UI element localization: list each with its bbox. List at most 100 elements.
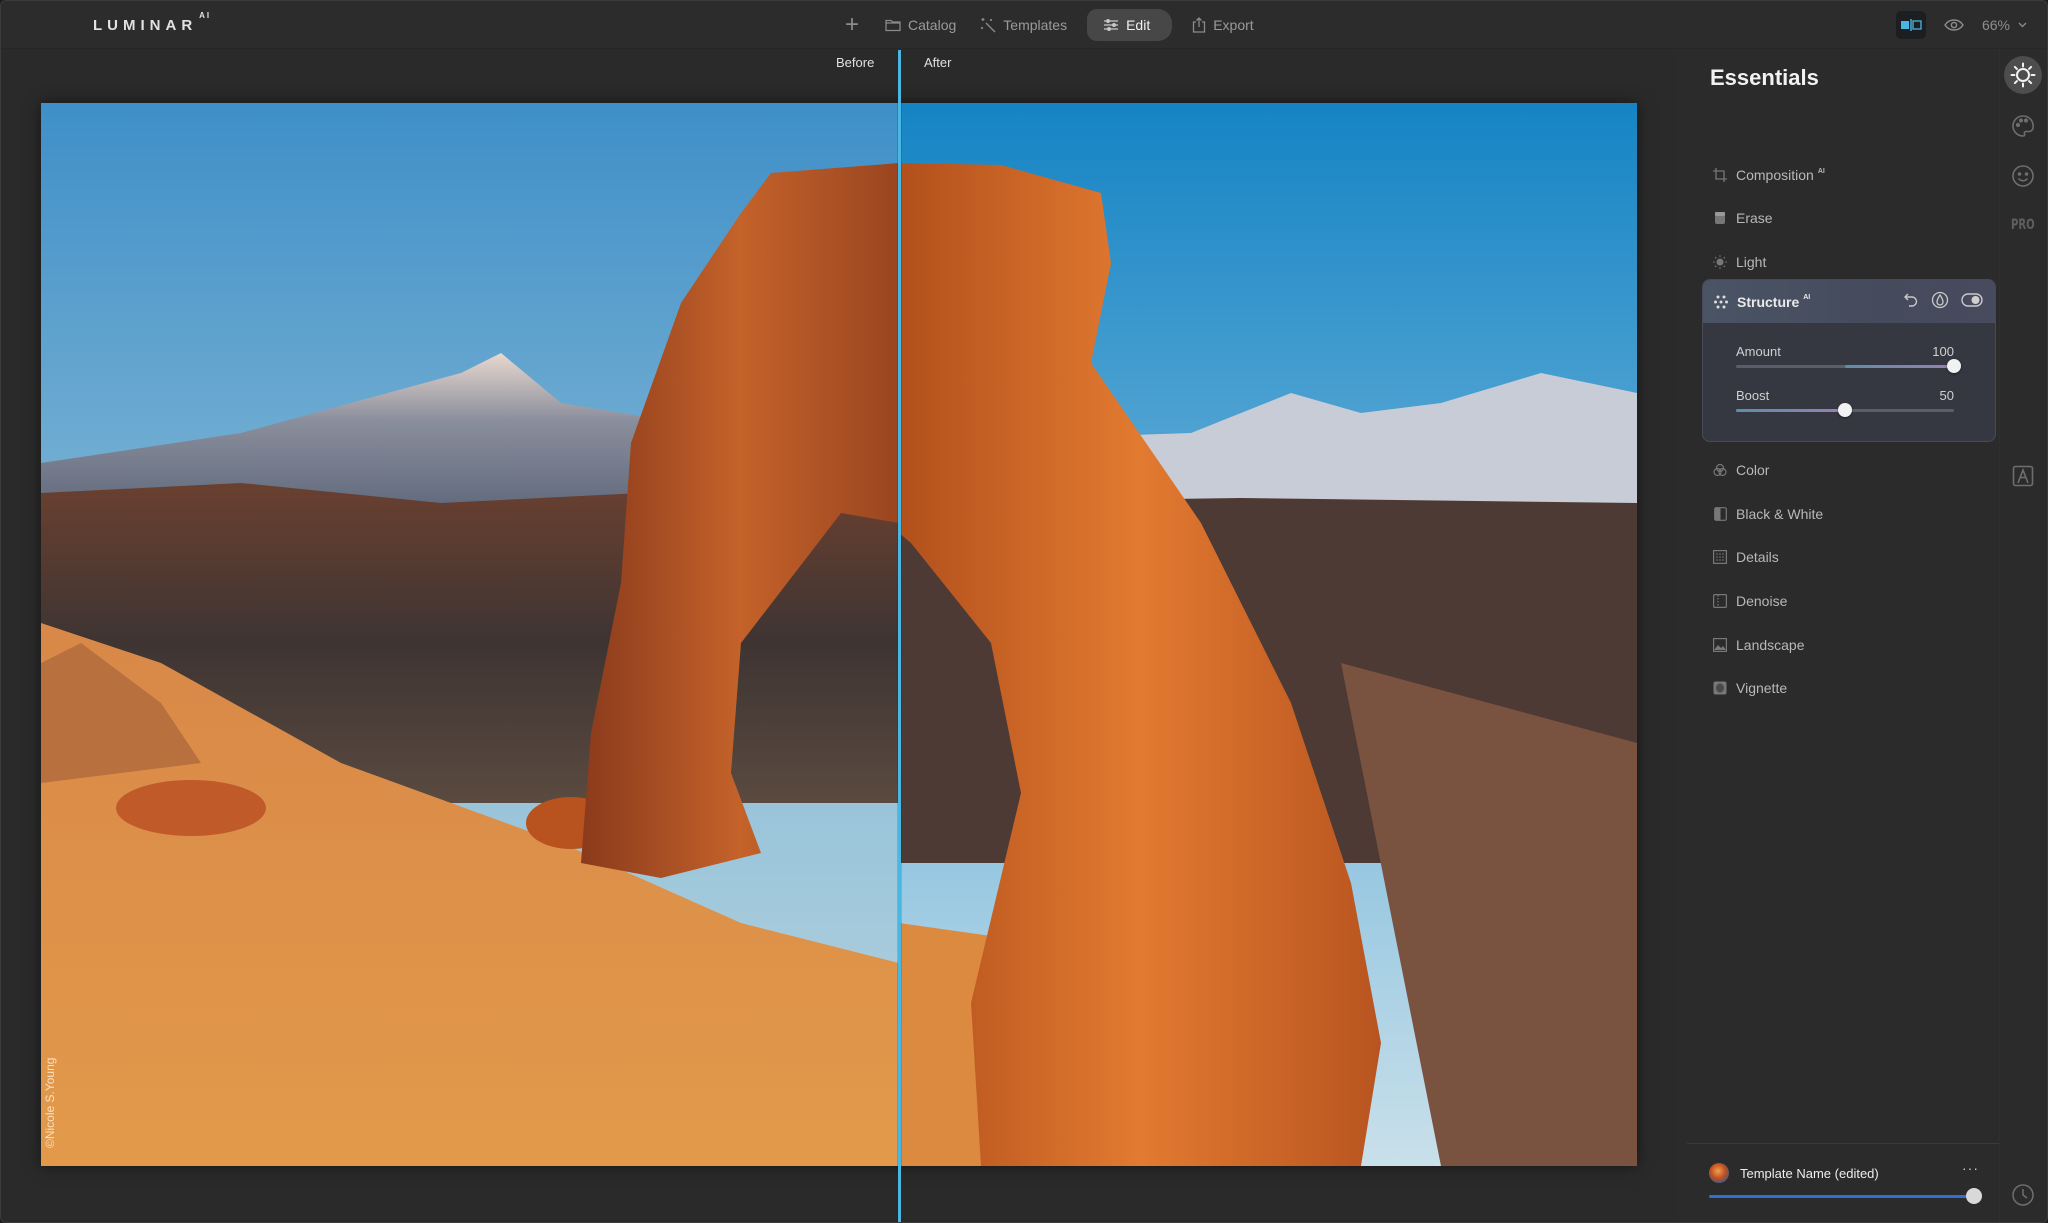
pro-tab-button[interactable]: PRO (2004, 206, 2042, 244)
essentials-tab-button[interactable] (2004, 56, 2042, 94)
tool-label: Erase (1736, 210, 1773, 226)
tool-label: Vignette (1736, 680, 1788, 696)
slider-boost-value: 50 (1939, 388, 1954, 403)
tab-export-label: Export (1213, 17, 1254, 33)
landscape-icon (1713, 638, 1727, 652)
tool-details[interactable]: Details (1713, 545, 1779, 569)
tool-label: Composition (1736, 167, 1814, 183)
structure-card-header[interactable]: Structure AI (1703, 280, 1995, 323)
magic-wand-icon (980, 17, 996, 33)
panel-title: Essentials (1710, 65, 1819, 90)
sliders-icon (1103, 18, 1119, 32)
creative-palette-icon (2012, 115, 2034, 137)
tool-label: Details (1736, 549, 1779, 565)
slider-amount-value: 100 (1932, 344, 1954, 359)
tool-erase[interactable]: Erase (1713, 206, 1773, 230)
structure-actions (1903, 291, 1983, 314)
before-after-compare-button[interactable] (1895, 11, 1926, 39)
view-controls: 66% (1895, 11, 2027, 39)
tab-catalog-label: Catalog (908, 17, 957, 33)
before-after-compare-icon (1900, 19, 1922, 31)
ai-badge: AI (1803, 294, 1811, 301)
photo-credit: ©Nicole S.Young (43, 1057, 57, 1148)
main-nav: + Catalog Templates Edit Export (831, 9, 1266, 41)
zoom-level-dropdown[interactable]: 66% (1982, 17, 2027, 33)
tool-color[interactable]: Color (1713, 458, 1769, 482)
applied-template: Template Name (edited) ··· (1709, 1160, 1982, 1220)
template-amount-slider[interactable] (1709, 1188, 1982, 1204)
half-square-icon (1713, 507, 1727, 521)
tool-label: Color (1736, 462, 1770, 478)
mask-brush-button[interactable] (1931, 291, 1949, 314)
tool-vignette[interactable]: Vignette (1713, 676, 1787, 700)
tab-templates[interactable]: Templates (968, 9, 1079, 41)
eye-icon (1944, 19, 1964, 31)
undo-button[interactable] (1903, 292, 1919, 313)
history-clock-icon (2012, 1184, 2034, 1206)
tool-black-white[interactable]: Black & White (1713, 502, 1823, 526)
chevron-down-icon (2018, 22, 2027, 28)
slider-amount-label: Amount (1736, 344, 1781, 359)
preview-eye-button[interactable] (1944, 19, 1964, 31)
tool-label: Light (1736, 254, 1767, 270)
eraser-icon (1713, 211, 1727, 225)
slider-amount-fill (1845, 365, 1954, 368)
tool-label: Black & White (1736, 506, 1824, 522)
denoise-icon (1713, 594, 1727, 608)
tab-templates-label: Templates (1003, 17, 1068, 33)
structure-dots-icon (1714, 295, 1728, 309)
pro-label: PRO (2011, 217, 2035, 233)
slider-boost-fill (1736, 409, 1845, 412)
tool-structure-card: Structure AI Amount 100 Boost 50 (1702, 279, 1996, 442)
template-more-button[interactable]: ··· (1962, 1160, 1979, 1176)
tool-composition[interactable]: Composition AI (1713, 163, 1825, 187)
crop-icon (1713, 168, 1727, 182)
toggle-visibility-icon (1961, 293, 1983, 307)
tool-light[interactable]: Light (1713, 250, 1766, 274)
structure-label: Structure (1737, 293, 1800, 310)
essentials-sun-icon (2010, 62, 2036, 88)
history-button[interactable] (2004, 1176, 2042, 1214)
slider-boost-label: Boost (1736, 388, 1770, 403)
tool-denoise[interactable]: Denoise (1713, 589, 1787, 613)
details-grid-icon (1713, 550, 1727, 564)
slider-boost-knob[interactable] (1838, 403, 1852, 417)
tab-export[interactable]: Export (1180, 9, 1265, 41)
zoom-level-value: 66% (1981, 17, 2010, 33)
toggle-visibility-button[interactable] (1961, 293, 1983, 312)
logo-text: LUMINAR (93, 17, 198, 34)
tab-edit-label: Edit (1126, 17, 1151, 33)
before-label: Before (836, 55, 875, 70)
photo-preview[interactable]: ©Nicole S.Young (41, 103, 1637, 1166)
after-label: After (924, 55, 952, 70)
slider-amount-track[interactable] (1736, 359, 1961, 373)
ai-badge: AI (1817, 167, 1825, 175)
sun-icon (1713, 255, 1727, 269)
template-amount-knob[interactable] (1966, 1188, 1982, 1204)
portrait-tab-button[interactable] (2004, 157, 2042, 195)
tab-edit[interactable]: Edit (1087, 9, 1173, 41)
template-name: Template Name (edited) (1740, 1166, 1879, 1181)
local-masking-button[interactable] (2004, 457, 2042, 495)
tool-landscape[interactable]: Landscape (1713, 633, 1805, 657)
photo-canvas[interactable]: ©Nicole S.Young (1, 50, 1677, 1222)
local-masking-icon (2012, 465, 2034, 487)
slider-boost: Boost 50 (1736, 388, 1954, 417)
color-circles-icon (1713, 463, 1727, 477)
creative-tab-button[interactable] (2004, 107, 2042, 145)
slider-amount-knob[interactable] (1947, 359, 1961, 373)
share-icon (1192, 17, 1206, 33)
structure-title: Structure AI (1714, 294, 1810, 310)
essentials-panel: Essentials CompositionAI Erase Light Enh… (1677, 50, 1999, 1222)
logo-suffix: AI (199, 11, 212, 20)
add-photos-button[interactable]: + (831, 9, 873, 41)
before-after-split-handle[interactable] (898, 50, 901, 1222)
tool-label: Denoise (1736, 593, 1788, 609)
undo-icon (1904, 293, 1918, 307)
tool-category-bar: PRO (1999, 50, 2047, 1222)
tool-label: Landscape (1736, 637, 1805, 653)
slider-boost-track[interactable] (1736, 403, 1954, 417)
folder-icon (885, 18, 901, 32)
template-amount-fill (1709, 1195, 1974, 1198)
tab-catalog[interactable]: Catalog (873, 9, 968, 41)
